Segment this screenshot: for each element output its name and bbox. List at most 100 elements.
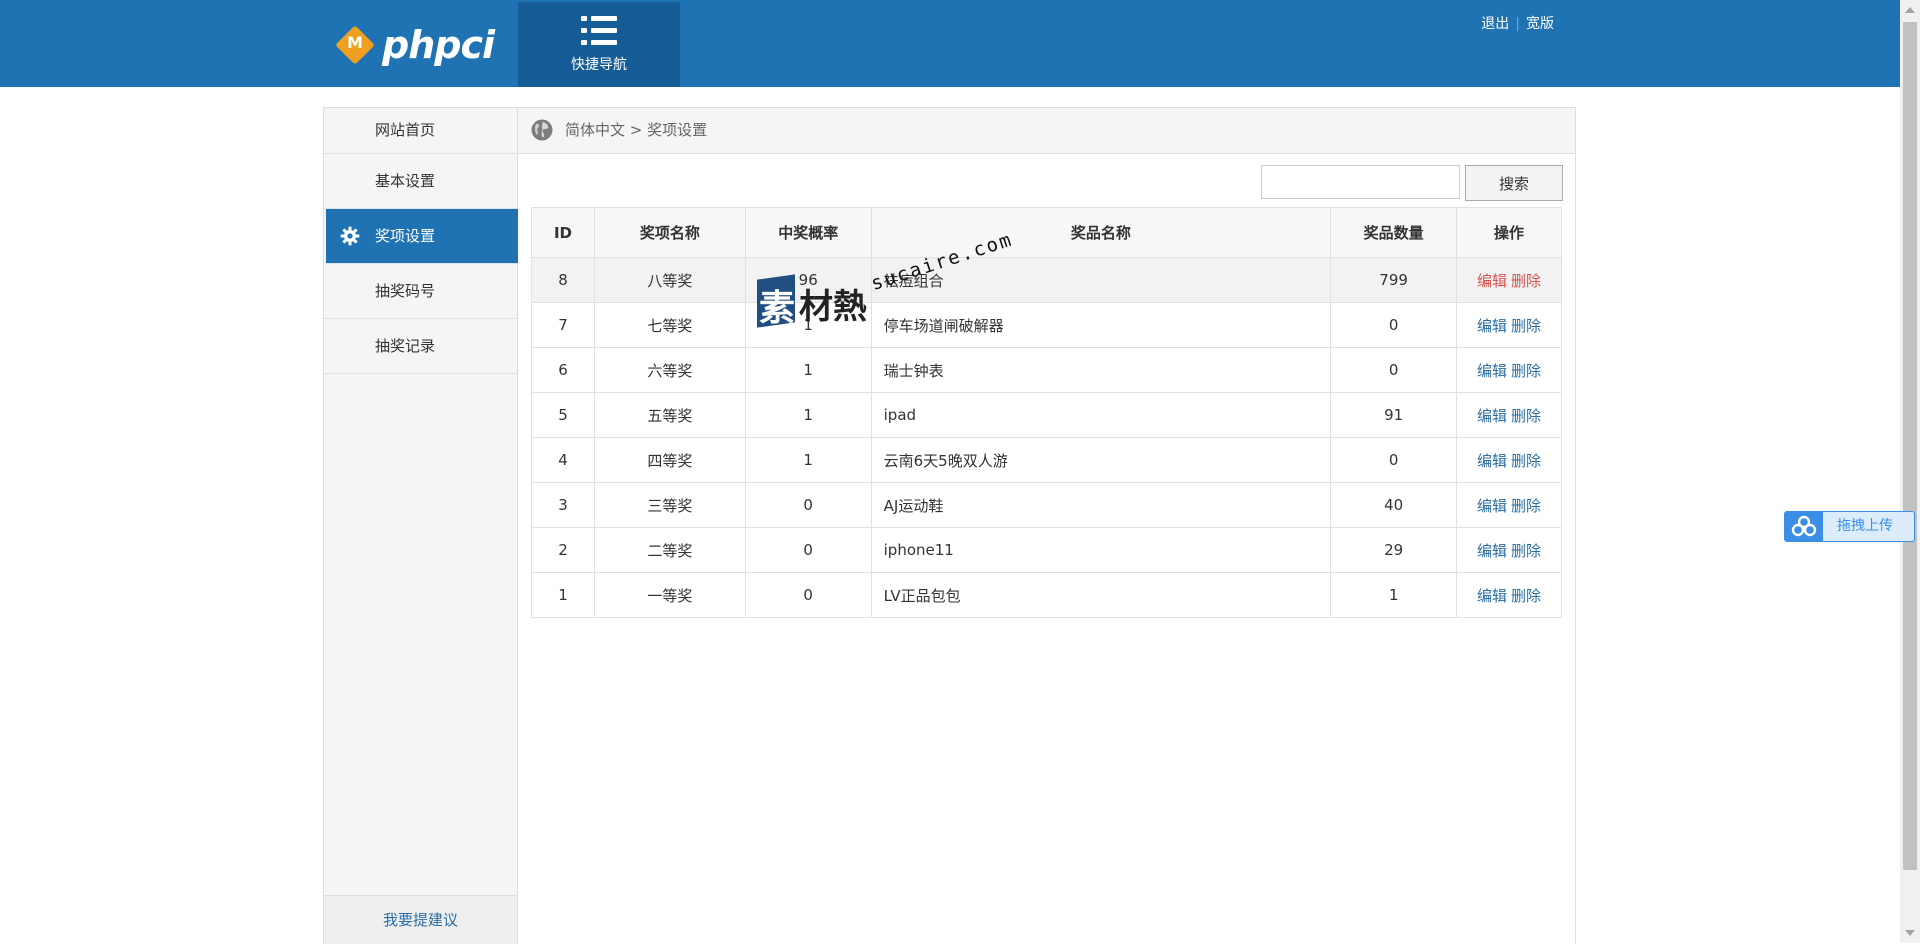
list-icon <box>581 16 617 46</box>
cell-probability: 1 <box>744 347 872 393</box>
drag-upload-button[interactable]: 拖拽上传 <box>1784 511 1915 542</box>
cell-id: 6 <box>531 347 595 393</box>
cell-actions: 编辑 删除 <box>1456 302 1562 348</box>
sidebar: 网站首页 基本设置 奖项设置 抽奖码号 抽奖记录 我要提建议 <box>324 108 518 944</box>
logo-text: phpci <box>382 23 495 67</box>
delete-link[interactable]: 删除 <box>1511 362 1541 380</box>
quick-nav-label: 快捷导航 <box>571 57 627 73</box>
edit-link[interactable]: 编辑 <box>1477 452 1507 470</box>
quick-nav-button[interactable]: 快捷导航 <box>518 2 680 87</box>
sidebar-item-prize-settings[interactable]: 奖项设置 <box>326 209 518 264</box>
breadcrumb-text: 简体中文 > 奖项设置 <box>565 121 708 139</box>
cell-prize-quantity: 0 <box>1330 302 1458 348</box>
delete-link[interactable]: 删除 <box>1511 452 1541 470</box>
cell-actions: 编辑 删除 <box>1456 572 1562 618</box>
content-area: 简体中文 > 奖项设置 搜索 ID 奖项名称 中奖概率 奖品名称 奖品数量 操作 <box>518 108 1575 944</box>
edit-link[interactable]: 编辑 <box>1477 407 1507 425</box>
scroll-thumb[interactable] <box>1903 22 1917 870</box>
delete-link[interactable]: 删除 <box>1511 542 1541 560</box>
prize-table: ID 奖项名称 中奖概率 奖品名称 奖品数量 操作 8 八等奖 96 祛痘组合 799 编… <box>531 207 1562 618</box>
delete-link[interactable]: 删除 <box>1511 272 1541 290</box>
gear-icon <box>340 226 360 246</box>
cell-prize-name: ipad <box>870 392 1332 438</box>
sidebar-item-lottery-records[interactable]: 抽奖记录 <box>324 319 517 374</box>
table-row: 2 二等奖 0 iphone11 29 编辑 删除 <box>531 527 1562 573</box>
cell-prize-quantity: 0 <box>1330 347 1458 393</box>
logo[interactable]: M phpci <box>335 22 496 68</box>
search-button[interactable]: 搜索 <box>1465 165 1563 201</box>
edit-link[interactable]: 编辑 <box>1477 542 1507 560</box>
cell-probability: 0 <box>744 572 872 618</box>
wide-layout-link[interactable]: 宽版 <box>1526 16 1554 32</box>
cell-award-name: 二等奖 <box>593 527 746 573</box>
table-header-row: ID 奖项名称 中奖概率 奖品名称 奖品数量 操作 <box>531 207 1562 258</box>
cell-probability: 1 <box>744 392 872 438</box>
column-header-probability[interactable]: 中奖概率 <box>744 207 872 258</box>
top-links: 退出 | 宽版 <box>1481 13 1554 33</box>
cell-prize-quantity: 799 <box>1330 257 1458 303</box>
globe-icon <box>531 119 553 141</box>
upload-label: 拖拽上传 <box>1837 518 1893 534</box>
watermark-text: 材熱 <box>799 287 867 327</box>
delete-link[interactable]: 删除 <box>1511 407 1541 425</box>
delete-link[interactable]: 删除 <box>1511 497 1541 515</box>
cell-id: 4 <box>531 437 595 483</box>
delete-link[interactable]: 删除 <box>1511 587 1541 605</box>
watermark: 素 材熱 sucaire.com <box>757 228 1016 333</box>
cell-award-name: 三等奖 <box>593 482 746 528</box>
table-row: 1 一等奖 0 LV正品包包 1 编辑 删除 <box>531 572 1562 618</box>
edit-link[interactable]: 编辑 <box>1477 317 1507 335</box>
delete-link[interactable]: 删除 <box>1511 317 1541 335</box>
edit-link[interactable]: 编辑 <box>1477 497 1507 515</box>
scroll-up-arrow-icon[interactable] <box>1905 7 1915 13</box>
cell-actions: 编辑 删除 <box>1456 392 1562 438</box>
edit-link[interactable]: 编辑 <box>1477 587 1507 605</box>
vertical-scrollbar[interactable] <box>1900 0 1920 943</box>
sidebar-item-home[interactable]: 网站首页 <box>324 108 517 154</box>
table-row: 7 七等奖 1 停车场道闸破解器 0 编辑 删除 <box>531 302 1562 348</box>
sidebar-item-basic-settings[interactable]: 基本设置 <box>324 154 517 209</box>
cell-prize-name: iphone11 <box>870 527 1332 573</box>
cell-id: 3 <box>531 482 595 528</box>
column-header-actions: 操作 <box>1456 207 1562 258</box>
cell-prize-name: 云南6天5晚双人游 <box>870 437 1332 483</box>
search-input[interactable] <box>1261 165 1460 199</box>
column-header-prize-quantity[interactable]: 奖品数量 <box>1330 207 1458 258</box>
cell-id: 2 <box>531 527 595 573</box>
main-frame: 网站首页 基本设置 奖项设置 抽奖码号 抽奖记录 我要提建议 简体中文 > 奖项… <box>323 107 1576 944</box>
suggestion-link[interactable]: 我要提建议 <box>324 895 517 944</box>
cloud-icon <box>1785 512 1823 541</box>
cell-award-name: 六等奖 <box>593 347 746 393</box>
sidebar-item-lottery-codes[interactable]: 抽奖码号 <box>324 264 517 319</box>
sidebar-item-label: 基本设置 <box>375 172 436 190</box>
edit-link[interactable]: 编辑 <box>1477 362 1507 380</box>
table-row: 6 六等奖 1 瑞士钟表 0 编辑 删除 <box>531 347 1562 393</box>
cell-prize-quantity: 0 <box>1330 437 1458 483</box>
sidebar-item-label: 抽奖记录 <box>375 337 436 355</box>
sidebar-item-label: 抽奖码号 <box>375 282 436 300</box>
cell-award-name: 八等奖 <box>593 257 746 303</box>
sidebar-item-label: 网站首页 <box>375 121 436 139</box>
cell-prize-quantity: 1 <box>1330 572 1458 618</box>
cell-probability: 0 <box>744 527 872 573</box>
edit-link[interactable]: 编辑 <box>1477 272 1507 290</box>
cell-prize-name: 瑞士钟表 <box>870 347 1332 393</box>
table-row: 3 三等奖 0 AJ运动鞋 40 编辑 删除 <box>531 482 1562 528</box>
sidebar-item-label: 奖项设置 <box>375 227 436 245</box>
watermark-text: 素 <box>759 288 796 329</box>
column-header-award-name[interactable]: 奖项名称 <box>593 207 746 258</box>
cell-actions: 编辑 删除 <box>1456 347 1562 393</box>
logout-link[interactable]: 退出 <box>1481 16 1509 32</box>
scroll-down-arrow-icon[interactable] <box>1905 930 1915 936</box>
column-header-id[interactable]: ID <box>531 207 595 258</box>
cell-probability: 0 <box>744 482 872 528</box>
cell-id: 5 <box>531 392 595 438</box>
logo-mark-icon: M <box>335 25 375 65</box>
cell-award-name: 四等奖 <box>593 437 746 483</box>
cell-actions: 编辑 删除 <box>1456 482 1562 528</box>
search-bar: 搜索 <box>1261 165 1563 201</box>
cell-prize-name: AJ运动鞋 <box>870 482 1332 528</box>
table-row: 4 四等奖 1 云南6天5晚双人游 0 编辑 删除 <box>531 437 1562 483</box>
table-row: 5 五等奖 1 ipad 91 编辑 删除 <box>531 392 1562 438</box>
cell-award-name: 七等奖 <box>593 302 746 348</box>
